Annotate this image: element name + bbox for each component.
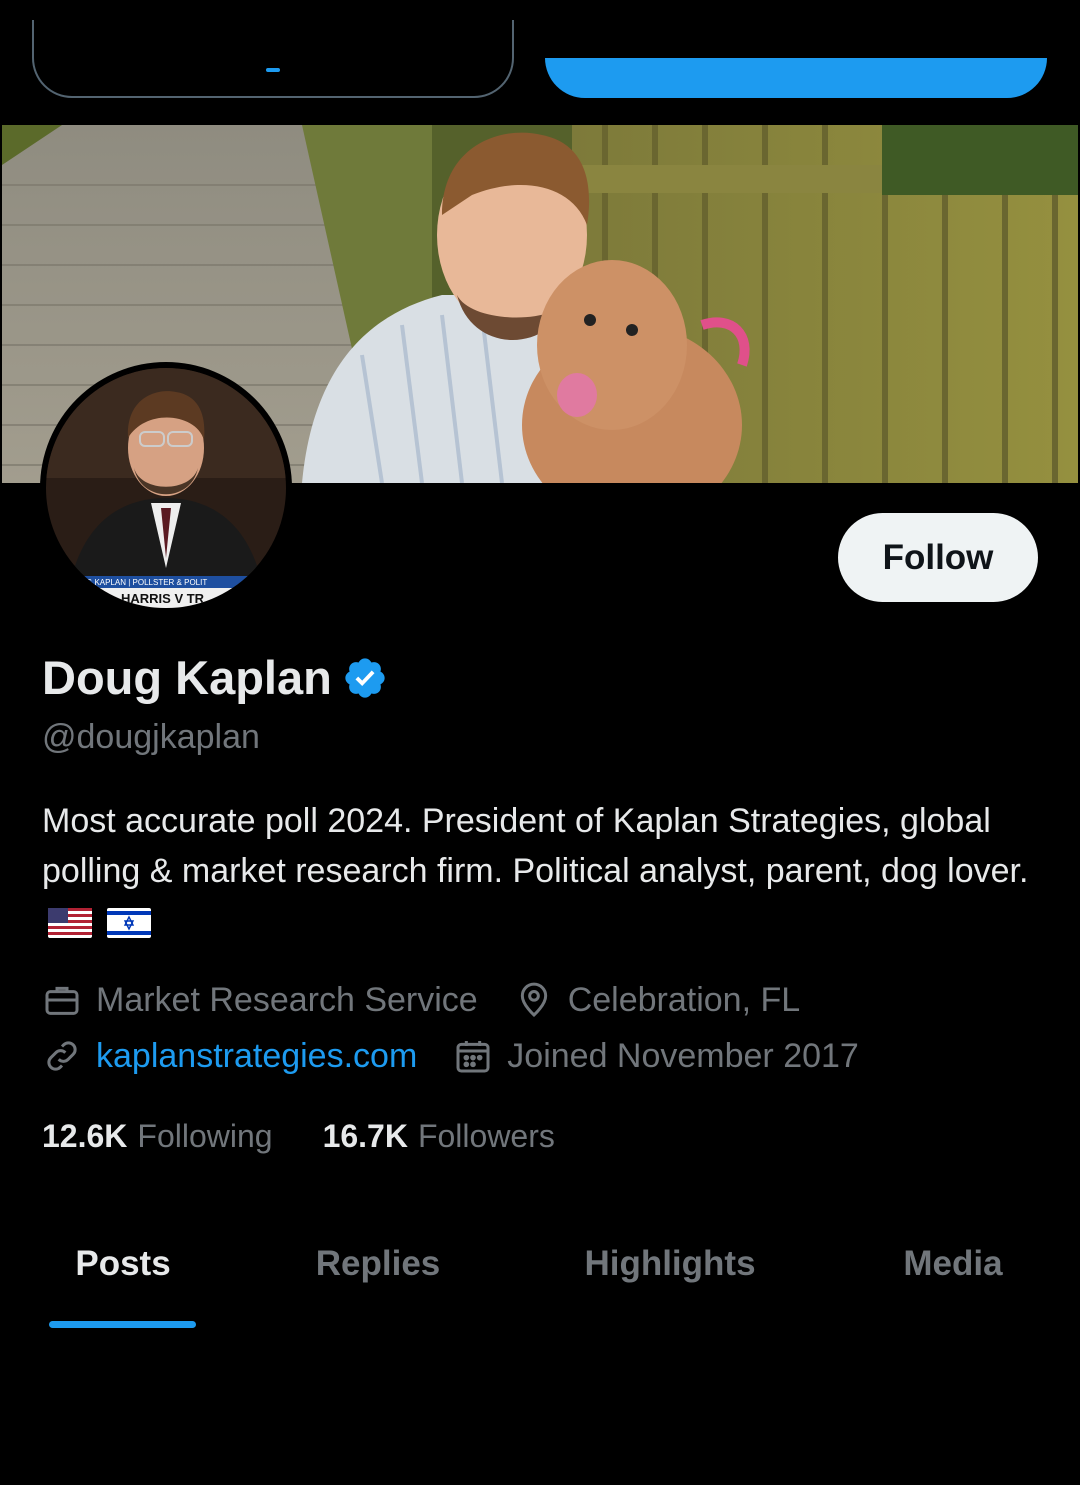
website-link[interactable]: kaplanstrategies.com <box>96 1037 417 1076</box>
briefcase-icon <box>45 986 79 1015</box>
primary-button-partial[interactable] <box>545 58 1047 98</box>
followers-label: Followers <box>417 1118 555 1154</box>
handle: @dougjkaplan <box>42 718 260 756</box>
joined-label: Joined November 2017 <box>507 1036 859 1075</box>
link-icon <box>47 1041 77 1071</box>
bio-text: Most accurate poll 2024. President of Ka… <box>42 802 1029 890</box>
avatar[interactable]: G KAPLAN | POLLSTER & POLIT HARRIS V TR <box>40 362 292 614</box>
location-label: Celebration, FL <box>567 980 801 1019</box>
profile-tabs: Posts Replies Highlights Media <box>0 1230 1080 1330</box>
top-action-bar <box>0 0 1080 125</box>
following-count: 12.6K <box>42 1118 128 1154</box>
followers-count: 16.7K <box>322 1118 408 1154</box>
button-accent-mark <box>266 68 280 72</box>
us-flag-icon <box>48 908 92 939</box>
followers-stat[interactable]: 16.7K Followers <box>323 1118 555 1155</box>
avatar-caption-bottom: HARRIS V TR <box>121 591 205 606</box>
category-label: Market Research Service <box>96 980 478 1019</box>
category-item: Market Research Service <box>42 980 478 1020</box>
verified-badge-icon[interactable] <box>342 655 388 701</box>
tab-highlights[interactable]: Highlights <box>584 1244 755 1284</box>
outlined-button-partial[interactable] <box>32 20 514 98</box>
bio: Most accurate poll 2024. President of Ka… <box>42 796 1032 946</box>
location-item: Celebration, FL <box>514 980 800 1020</box>
israel-flag-icon <box>107 908 152 939</box>
tab-posts[interactable]: Posts <box>75 1244 170 1284</box>
location-pin-icon <box>520 982 547 1018</box>
calendar-icon <box>456 1041 490 1073</box>
follow-button[interactable]: Follow <box>838 513 1038 602</box>
tab-replies[interactable]: Replies <box>316 1244 441 1284</box>
tab-media[interactable]: Media <box>903 1244 1002 1284</box>
website-item[interactable]: kaplanstrategies.com <box>42 1036 417 1076</box>
joined-item: Joined November 2017 <box>453 1036 859 1076</box>
following-stat[interactable]: 12.6K Following <box>42 1118 273 1155</box>
following-label: Following <box>137 1118 273 1154</box>
display-name: Doug Kaplan <box>42 651 332 704</box>
active-tab-indicator <box>49 1321 196 1328</box>
avatar-caption-top: G KAPLAN | POLLSTER & POLIT <box>86 578 207 587</box>
